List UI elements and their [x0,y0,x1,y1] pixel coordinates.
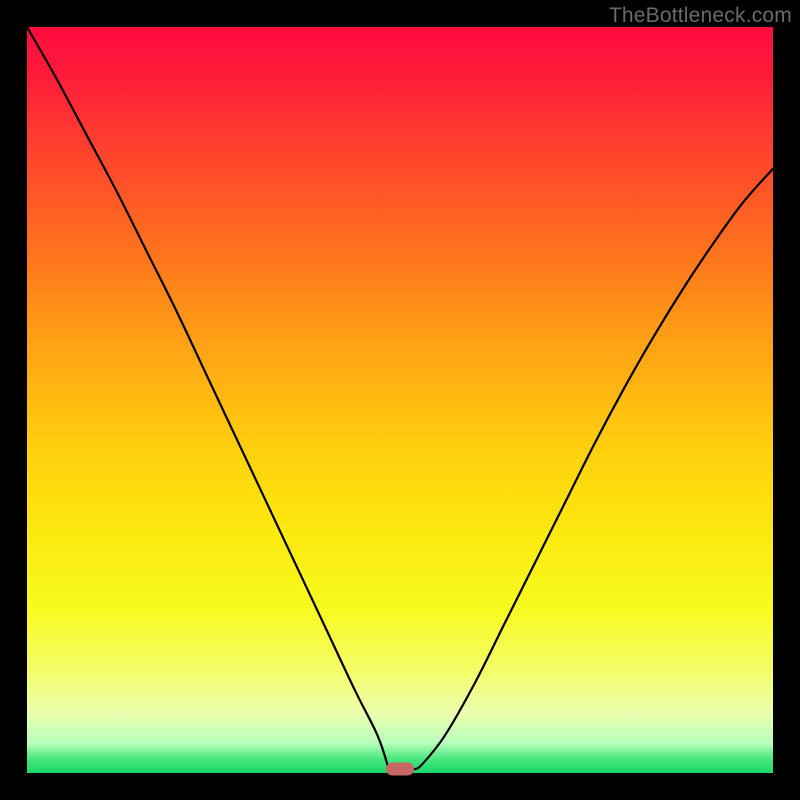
watermark-text: TheBottleneck.com [609,4,792,28]
bottleneck-curve [27,27,773,773]
curve-path [27,27,773,769]
optimum-marker [386,763,414,776]
plot-area [27,27,773,773]
chart-frame: TheBottleneck.com [0,0,800,800]
